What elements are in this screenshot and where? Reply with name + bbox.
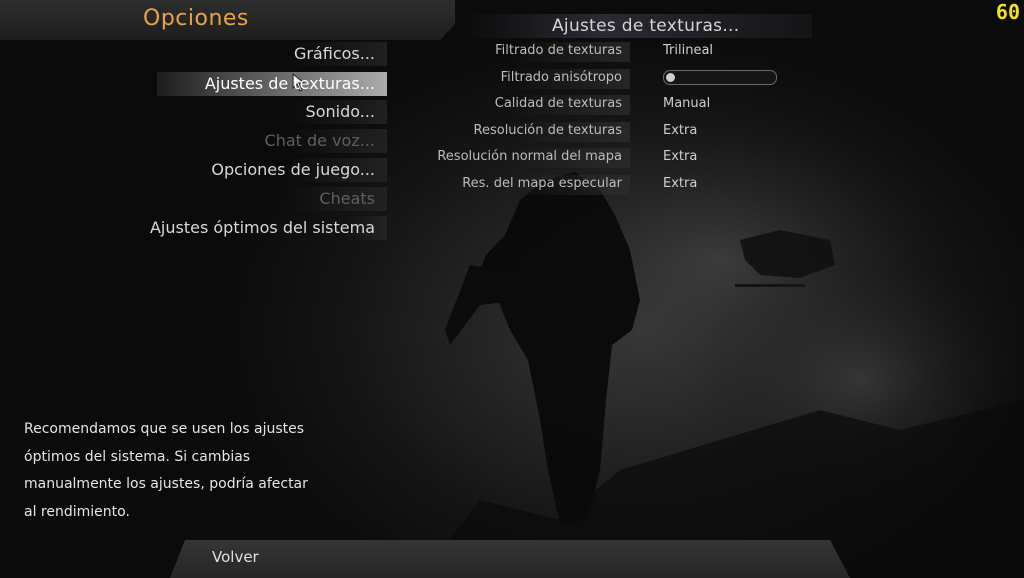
menu-item-label: Opciones de juego... — [211, 160, 375, 179]
menu-item-label: Ajustes óptimos del sistema — [149, 218, 375, 237]
page-title: Opciones — [143, 6, 249, 31]
description-line: óptimos del sistema. Si cambias — [24, 448, 251, 465]
description-line: Recomendamos que se usen los ajustes — [24, 421, 305, 437]
description-line: manualmente los ajustes, podría afectar — [24, 476, 308, 492]
setting-label-text: Filtrado anisótropo — [500, 70, 622, 85]
setting-value-resolucion-normal-mapa[interactable]: Extra — [663, 146, 697, 168]
setting-label-filtrado-texturas[interactable]: Filtrado de texturas — [495, 40, 630, 62]
setting-label-text: Res. del mapa especular — [462, 176, 622, 191]
setting-label-calidad-texturas[interactable]: Calidad de texturas — [495, 93, 630, 115]
menu-item-sonido[interactable]: Sonido... — [287, 99, 387, 125]
menu-item-label: Ajustes de texturas... — [204, 74, 375, 93]
description-text: Recomendamos que se usen los ajustes ópt… — [24, 416, 324, 526]
setting-label-text: Resolución normal del mapa — [437, 149, 622, 164]
menu-item-graficos[interactable]: Gráficos... — [287, 41, 387, 67]
slider-knob[interactable] — [666, 73, 675, 82]
menu-item-label: Chat de voz... — [264, 131, 375, 150]
setting-value-mapa-especular[interactable]: Extra — [663, 173, 697, 195]
setting-value-resolucion-texturas[interactable]: Extra — [663, 120, 697, 142]
setting-label-text: Calidad de texturas — [494, 96, 622, 111]
options-screen: Opciones 60 Gráficos... Ajustes de textu… — [0, 0, 1024, 578]
anisotropic-slider[interactable] — [663, 70, 777, 85]
setting-value-filtrado-texturas[interactable]: Trilineal — [663, 40, 713, 62]
setting-label-filtrado-anisotropo[interactable]: Filtrado anisótropo — [501, 67, 630, 89]
menu-item-cheats: Cheats — [287, 186, 387, 212]
menu-item-opciones-juego[interactable]: Opciones de juego... — [211, 157, 387, 183]
menu-item-label: Cheats — [319, 189, 375, 208]
menu-item-ajustes-texturas[interactable]: Ajustes de texturas... — [157, 71, 387, 97]
setting-label-text: Resolución de texturas — [473, 123, 622, 138]
setting-label-resolucion-texturas[interactable]: Resolución de texturas — [474, 120, 630, 142]
menu-item-label: Gráficos... — [293, 44, 375, 63]
back-button[interactable]: Volver — [212, 548, 259, 566]
menu-item-label: Sonido... — [305, 102, 375, 121]
setting-label-mapa-especular[interactable]: Res. del mapa especular — [462, 173, 630, 195]
fps-counter: 60 — [995, 0, 1020, 24]
description-line: al rendimiento. — [24, 503, 130, 520]
setting-label-text: Filtrado de texturas — [495, 43, 622, 58]
menu-item-chat-de-voz: Chat de voz... — [265, 128, 387, 154]
panel-title: Ajustes de texturas... — [552, 16, 740, 36]
menu-item-ajustes-optimos[interactable]: Ajustes óptimos del sistema — [150, 215, 387, 241]
setting-value-calidad-texturas[interactable]: Manual — [663, 93, 710, 115]
setting-label-resolucion-normal-mapa[interactable]: Resolución normal del mapa — [437, 146, 630, 168]
